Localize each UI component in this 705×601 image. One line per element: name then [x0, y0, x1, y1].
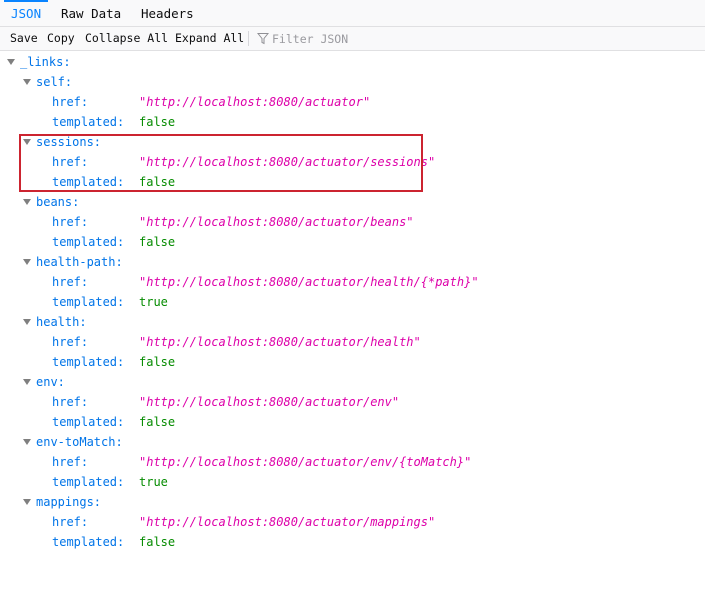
json-boolean-value: true [139, 295, 168, 309]
json-string-value: "http://localhost:8080/actuator/env/{toM… [139, 455, 472, 469]
json-string-value: "http://localhost:8080/actuator/sessions… [139, 155, 436, 169]
collapse-toggle-icon[interactable] [7, 59, 15, 65]
tree-row-templated[interactable]: templated: false [0, 232, 705, 252]
json-string-value: "http://localhost:8080/actuator/mappings… [139, 515, 436, 529]
tree-row-templated[interactable]: templated: false [0, 172, 705, 192]
json-key: templated: [52, 415, 125, 429]
json-key: href: [52, 455, 89, 469]
json-key: _links: [20, 55, 71, 69]
collapse-toggle-icon[interactable] [23, 259, 31, 265]
tree-row-templated[interactable]: templated: false [0, 412, 705, 432]
tree-row-link[interactable]: env-toMatch: [0, 432, 705, 452]
json-key: mappings: [36, 495, 102, 509]
json-string-value: "http://localhost:8080/actuator/env" [139, 395, 400, 409]
tree-row-href[interactable]: href: "http://localhost:8080/actuator/hea… [0, 332, 705, 352]
tree-row-href[interactable]: href: "http://localhost:8080/actuator/ses… [0, 152, 705, 172]
json-boolean-value: false [139, 175, 176, 189]
tree-row-links[interactable]: _links: [0, 52, 705, 72]
tree-row-href[interactable]: href: "http://localhost:8080/actuator/map… [0, 512, 705, 532]
json-key: env: [36, 375, 65, 389]
tree-row-templated[interactable]: templated: true [0, 472, 705, 492]
funnel-icon [257, 33, 269, 45]
json-key: templated: [52, 535, 125, 549]
json-key: health: [36, 315, 87, 329]
json-key: href: [52, 215, 89, 229]
json-key: self: [36, 75, 73, 89]
json-toolbar: Save Copy Collapse All Expand All [0, 27, 705, 51]
expand-all-button[interactable]: Expand All [175, 27, 244, 50]
json-boolean-value: false [139, 535, 176, 549]
save-button[interactable]: Save [10, 27, 38, 50]
tree-row-href[interactable]: href: "http://localhost:8080/actuator/env… [0, 452, 705, 472]
json-boolean-value: false [139, 235, 176, 249]
collapse-toggle-icon[interactable] [23, 79, 31, 85]
collapse-toggle-icon[interactable] [23, 439, 31, 445]
json-key: health-path: [36, 255, 123, 269]
tree-row-link[interactable]: env: [0, 372, 705, 392]
json-string-value: "http://localhost:8080/actuator/health" [139, 335, 421, 349]
tree-row-link[interactable]: self: [0, 72, 705, 92]
tab-json[interactable]: JSON [3, 0, 49, 27]
json-key: href: [52, 95, 89, 109]
tree-row-href[interactable]: href: "http://localhost:8080/actuator" [0, 92, 705, 112]
json-key: templated: [52, 175, 125, 189]
tree-row-templated[interactable]: templated: false [0, 112, 705, 132]
tree-row-href[interactable]: href: "http://localhost:8080/actuator/env… [0, 392, 705, 412]
tab-bar: JSON Raw Data Headers [0, 0, 705, 27]
tree-row-href[interactable]: href: "http://localhost:8080/actuator/bea… [0, 212, 705, 232]
tree-row-link[interactable]: beans: [0, 192, 705, 212]
toolbar-divider [248, 31, 249, 46]
tree-row-link[interactable]: health: [0, 312, 705, 332]
tree-row-link[interactable]: sessions: [0, 132, 705, 152]
tree-row-href[interactable]: href: "http://localhost:8080/actuator/hea… [0, 272, 705, 292]
tree-row-templated[interactable]: templated: false [0, 352, 705, 372]
json-key: href: [52, 275, 89, 289]
json-key: templated: [52, 115, 125, 129]
json-string-value: "http://localhost:8080/actuator/health/{… [139, 275, 479, 289]
collapse-toggle-icon[interactable] [23, 379, 31, 385]
json-boolean-value: false [139, 355, 176, 369]
json-key: sessions: [36, 135, 102, 149]
collapse-toggle-icon[interactable] [23, 139, 31, 145]
collapse-toggle-icon[interactable] [23, 499, 31, 505]
tree-row-templated[interactable]: templated: true [0, 292, 705, 312]
json-key: env-toMatch: [36, 435, 123, 449]
tree-row-link[interactable]: health-path: [0, 252, 705, 272]
json-key: href: [52, 395, 89, 409]
collapse-toggle-icon[interactable] [23, 319, 31, 325]
filter-json-input[interactable] [270, 30, 694, 47]
json-key: templated: [52, 235, 125, 249]
collapse-toggle-icon[interactable] [23, 199, 31, 205]
tab-raw-data[interactable]: Raw Data [61, 0, 121, 27]
tab-headers[interactable]: Headers [141, 0, 194, 27]
copy-button[interactable]: Copy [47, 27, 75, 50]
json-boolean-value: false [139, 115, 176, 129]
collapse-all-button[interactable]: Collapse All [85, 27, 168, 50]
json-boolean-value: true [139, 475, 168, 489]
json-key: href: [52, 155, 89, 169]
json-key: href: [52, 335, 89, 349]
json-key: beans: [36, 195, 80, 209]
tree-row-link[interactable]: mappings: [0, 492, 705, 512]
json-key: templated: [52, 295, 125, 309]
json-string-value: "http://localhost:8080/actuator/beans" [139, 215, 414, 229]
json-key: href: [52, 515, 89, 529]
json-key: templated: [52, 475, 125, 489]
tree-row-templated[interactable]: templated: false [0, 532, 705, 552]
json-boolean-value: false [139, 415, 176, 429]
json-string-value: "http://localhost:8080/actuator" [139, 95, 371, 109]
json-key: templated: [52, 355, 125, 369]
